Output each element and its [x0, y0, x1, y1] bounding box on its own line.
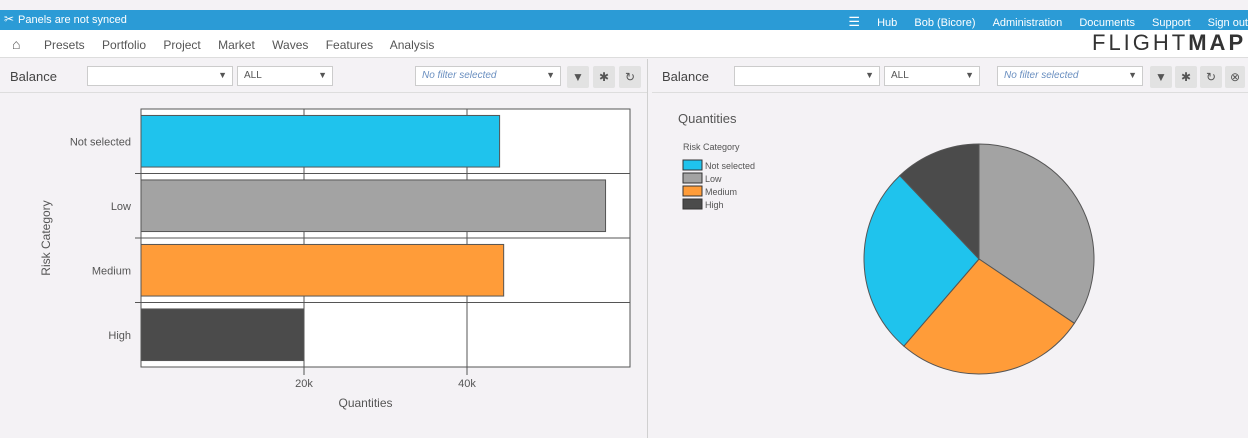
bar[interactable]	[140, 179, 607, 233]
flightmap-logo: FLIGHTMAP	[1092, 30, 1246, 56]
top-links: ☰ Hub Bob (Bicore) Administration Docume…	[834, 14, 1248, 30]
legend-label[interactable]: Medium	[705, 187, 737, 197]
left-filter-select[interactable]: No filter selected ▼	[415, 66, 561, 86]
legend-swatch	[682, 159, 703, 171]
left-scope-select[interactable]: ALL ▼	[237, 66, 333, 86]
menu-icon[interactable]: ☰	[848, 14, 860, 29]
x-tick-label: 20k	[295, 378, 313, 390]
right-panel: Balance ▼ ALL ▼ No filter selected ▼ ▼ ✱…	[652, 59, 1248, 438]
chevron-down-icon: ▼	[965, 70, 974, 80]
legend-label[interactable]: High	[705, 200, 724, 210]
nav-portfolio[interactable]: Portfolio	[102, 38, 146, 52]
right-filter-select[interactable]: No filter selected ▼	[997, 66, 1143, 86]
right-filter-value: No filter selected	[1004, 70, 1079, 81]
left-filter-value: No filter selected	[422, 70, 497, 81]
legend-swatch	[682, 172, 703, 184]
right-measure-select[interactable]: ▼	[734, 66, 880, 86]
nav-market[interactable]: Market	[218, 38, 255, 52]
nav-project[interactable]: Project	[163, 38, 200, 52]
legend-label[interactable]: Not selected	[705, 161, 755, 171]
gear-icon[interactable]: ✱	[593, 66, 615, 88]
sign-out-link[interactable]: Sign out	[1208, 17, 1248, 29]
y-tick-label: Not selected	[70, 136, 131, 148]
refresh-icon[interactable]: ↻	[1200, 66, 1222, 88]
chevron-down-icon: ▼	[1128, 70, 1137, 80]
left-measure-select[interactable]: ▼	[87, 66, 233, 86]
nav-analysis[interactable]: Analysis	[390, 38, 435, 52]
y-tick-label: Low	[111, 201, 131, 213]
refresh-icon[interactable]: ↻	[619, 66, 641, 88]
right-scope-select[interactable]: ALL ▼	[884, 66, 980, 86]
bar[interactable]	[140, 243, 505, 297]
pie-chart: Quantities Risk Category Not selected Low Me…	[678, 111, 1095, 375]
x-axis-label: Quantities	[338, 396, 392, 410]
chevron-down-icon: ▼	[218, 70, 227, 80]
logo-bold: MAP	[1188, 30, 1247, 55]
bar[interactable]	[140, 114, 501, 168]
left-panel: Balance ▼ ALL ▼ No filter selected ▼ ▼ ✱…	[0, 59, 648, 438]
pie-title: Quantities	[678, 111, 737, 126]
nav-presets[interactable]: Presets	[44, 38, 85, 52]
chevron-down-icon: ▼	[318, 70, 327, 80]
chevron-down-icon: ▼	[865, 70, 874, 80]
y-tick-label: High	[108, 330, 131, 342]
hub-link[interactable]: Hub	[877, 17, 897, 29]
unsync-icon: ✂	[4, 12, 15, 26]
logo-light: FLIGHT	[1092, 30, 1189, 55]
bar-chart: 20k 40k Not selected Low Medium High Quantitie…	[39, 108, 631, 410]
support-link[interactable]: Support	[1152, 17, 1191, 29]
bar[interactable]	[140, 308, 305, 362]
right-panel-title: Balance	[662, 69, 709, 84]
filter-icon[interactable]: ▼	[567, 66, 589, 88]
sync-status-bar: ✂ Panels are not synced ☰ Hub Bob (Bicor…	[0, 10, 1248, 30]
sync-status-text: Panels are not synced	[18, 14, 127, 26]
x-tick-label: 40k	[458, 378, 476, 390]
user-link[interactable]: Bob (Bicore)	[914, 17, 975, 29]
close-icon[interactable]: ⊗	[1225, 66, 1245, 88]
right-toolbar: Balance ▼ ALL ▼ No filter selected ▼ ▼ ✱…	[652, 59, 1248, 93]
main-nav: ⌂ Presets Portfolio Project Market Waves…	[0, 30, 1248, 58]
left-scope-value: ALL	[244, 70, 262, 81]
right-scope-value: ALL	[891, 70, 909, 81]
y-axis-label: Risk Category	[39, 200, 53, 275]
home-icon[interactable]: ⌂	[12, 36, 20, 52]
administration-link[interactable]: Administration	[993, 17, 1063, 29]
chevron-down-icon: ▼	[546, 70, 555, 80]
legend-swatch	[682, 198, 703, 210]
left-panel-title: Balance	[10, 69, 57, 84]
left-toolbar: Balance ▼ ALL ▼ No filter selected ▼ ▼ ✱…	[0, 59, 647, 93]
y-tick-label: Medium	[92, 265, 131, 277]
legend-swatch	[682, 185, 703, 197]
legend-label[interactable]: Low	[705, 174, 722, 184]
nav-waves[interactable]: Waves	[272, 38, 308, 52]
gear-icon[interactable]: ✱	[1175, 66, 1197, 88]
legend-title: Risk Category	[683, 142, 740, 152]
filter-icon[interactable]: ▼	[1150, 66, 1172, 88]
documents-link[interactable]: Documents	[1079, 17, 1135, 29]
nav-features[interactable]: Features	[326, 38, 373, 52]
